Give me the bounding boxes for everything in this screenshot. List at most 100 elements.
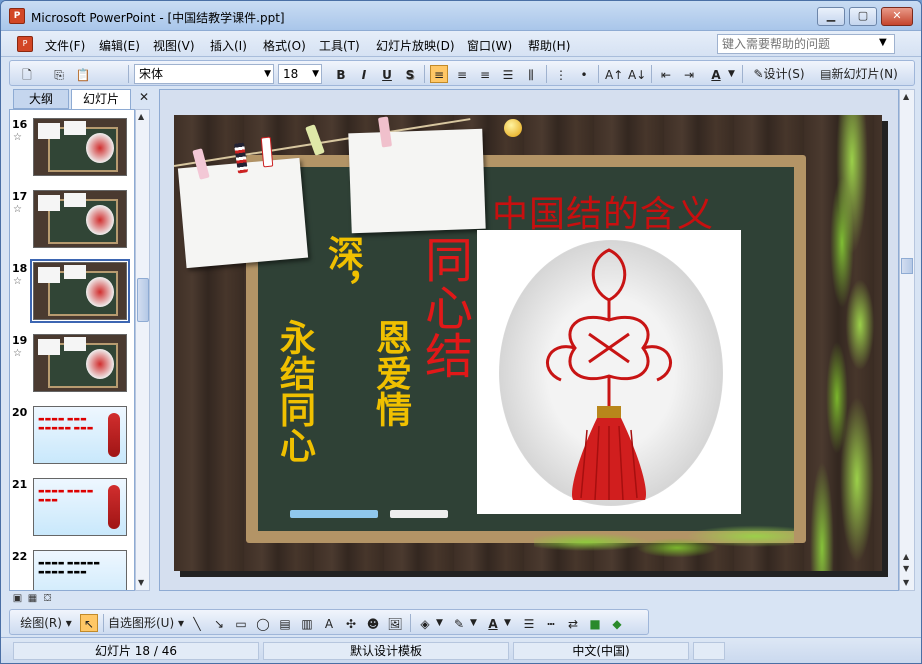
increase-indent-icon[interactable]: ⇥ (680, 65, 698, 83)
slide-thumbnail[interactable]: ▬▬▬▬ ▬▬▬▬▬ ▬▬▬▬ ▬▬▬ (33, 550, 127, 590)
fill-color-icon[interactable]: ◈ (416, 614, 434, 632)
new-slide-button[interactable]: ▤新幻灯片(N) (813, 65, 905, 83)
next-slide-icon[interactable]: ▼ (903, 564, 909, 573)
menu-format[interactable]: 格式(O) (263, 37, 306, 54)
line-style-icon[interactable]: ☰ (520, 614, 538, 632)
align-left-icon[interactable]: ≡ (430, 65, 448, 83)
autoshapes-button[interactable]: 自选图形(U) ▾ (108, 614, 184, 632)
sorter-view-icon[interactable]: ▦ (26, 593, 39, 606)
slideshow-view-icon[interactable]: ⛋ (41, 593, 54, 606)
wordart-icon[interactable]: A (320, 614, 338, 632)
prev-slide-icon[interactable]: ▲ (903, 552, 909, 561)
italic-button[interactable]: I (355, 65, 373, 83)
slide-scrollbar[interactable]: ▲ ▲ ▼ ▼ (899, 89, 915, 591)
design-button[interactable]: ✎设计(S) (748, 65, 810, 83)
document-icon[interactable]: P (17, 36, 33, 52)
decrease-font-icon[interactable]: A↓ (627, 65, 646, 83)
align-center-icon[interactable]: ≡ (453, 65, 471, 83)
scroll-up-icon[interactable]: ▲ (138, 112, 144, 121)
tab-outline[interactable]: 大纲 (13, 89, 69, 109)
star-icon: ☆ (13, 204, 22, 215)
bold-button[interactable]: B (332, 65, 350, 83)
tab-slides[interactable]: 幻灯片 (71, 89, 131, 109)
help-dropdown-icon[interactable]: ▼ (879, 37, 887, 48)
menu-file[interactable]: 文件(F) (45, 37, 85, 54)
menu-slideshow[interactable]: 幻灯片放映(D) (376, 37, 455, 54)
clothespin-icon (260, 136, 274, 168)
arrow-style-icon[interactable]: ⇄ (564, 614, 582, 632)
menu-edit[interactable]: 编辑(E) (99, 37, 140, 54)
arrow-icon[interactable]: ↘ (210, 614, 228, 632)
pane-close-icon[interactable]: ✕ (139, 90, 149, 104)
menu-window[interactable]: 窗口(W) (467, 37, 512, 54)
draw-menu-button[interactable]: 绘图(R) ▾ (16, 614, 76, 632)
menu-view[interactable]: 视图(V) (153, 37, 195, 54)
thumbnail-scrollbar[interactable]: ▲ ▼ (135, 109, 150, 591)
textbox-icon[interactable]: ▤ (276, 614, 294, 632)
bullets-icon[interactable]: • (575, 65, 593, 83)
scroll-down-icon[interactable]: ▼ (138, 578, 144, 587)
diagram-icon[interactable]: ✣ (342, 614, 360, 632)
line-color-icon[interactable]: ✎ (450, 614, 468, 632)
chinese-knot-image[interactable] (477, 230, 741, 514)
slide-number: 22 (12, 550, 28, 563)
rectangle-icon[interactable]: ▭ (232, 614, 250, 632)
text-enai-qing[interactable]: 恩爱情 (370, 319, 411, 427)
distribute-icon[interactable]: ⫼ (522, 65, 540, 83)
text-yongjie-tongxin[interactable]: 永结同心 (274, 319, 315, 463)
underline-button[interactable]: U (378, 65, 396, 83)
3d-style-icon[interactable]: ◆ (608, 614, 626, 632)
slide-thumbnail[interactable] (33, 334, 127, 392)
slide-thumbnail-selected[interactable] (30, 259, 130, 323)
new-doc-icon[interactable]: 🗋 (18, 65, 36, 83)
picture-icon[interactable]: 🖼 (386, 614, 404, 632)
font-size-combo[interactable]: 18 ▼ (278, 64, 322, 84)
oval-icon[interactable]: ◯ (254, 614, 272, 632)
pencil-icon: ✎ (753, 67, 764, 81)
font-color-icon[interactable]: A (707, 65, 725, 83)
paste-icon[interactable]: 📋 (74, 65, 92, 83)
help-search-input[interactable] (717, 34, 895, 54)
slide-thumbnail[interactable]: ▬▬▬▬ ▬▬▬ ▬▬▬▬▬ ▬▬▬ (33, 406, 127, 464)
menu-tools[interactable]: 工具(T) (319, 37, 360, 54)
scroll-up-icon[interactable]: ▲ (903, 92, 909, 101)
decrease-indent-icon[interactable]: ⇤ (657, 65, 675, 83)
chevron-down-icon[interactable]: ▼ (728, 65, 735, 83)
chevron-down-icon[interactable]: ▼ (470, 614, 477, 632)
numbering-icon[interactable]: ⋮ (552, 65, 570, 83)
shadow-button[interactable]: S (401, 65, 419, 83)
chevron-down-icon[interactable]: ▼ (504, 614, 511, 632)
copy-icon[interactable]: ⎘ (50, 65, 68, 83)
menu-insert[interactable]: 插入(I) (210, 37, 247, 54)
current-slide[interactable]: 中国结的含义 深， 同心结 永结同心 恩爱情 (174, 115, 882, 571)
normal-view-icon[interactable]: ▣ (11, 593, 24, 606)
text-tongxinjie[interactable]: 同心结 (416, 235, 472, 379)
line-icon[interactable]: ╲ (188, 614, 206, 632)
slide-thumbnail[interactable] (33, 118, 127, 176)
vertical-textbox-icon[interactable]: ▥ (298, 614, 316, 632)
scroll-thumb[interactable] (901, 258, 913, 274)
dash-style-icon[interactable]: ┅ (542, 614, 560, 632)
slide-thumbnail[interactable] (33, 190, 127, 248)
status-language: 中文(中国) (513, 642, 689, 660)
chevron-down-icon[interactable]: ▼ (436, 614, 443, 632)
select-pointer-icon[interactable]: ↖ (80, 614, 98, 632)
justify-icon[interactable]: ☰ (499, 65, 517, 83)
font-color-icon[interactable]: A (484, 614, 502, 632)
text-shen[interactable]: 深， (322, 235, 363, 307)
align-right-icon[interactable]: ≡ (476, 65, 494, 83)
slide-number: 21 (12, 478, 28, 491)
close-button[interactable]: ✕ (881, 7, 913, 26)
menu-help[interactable]: 帮助(H) (528, 37, 570, 54)
scroll-down-icon[interactable]: ▼ (903, 578, 909, 587)
slide-thumbnail[interactable]: ▬▬▬▬ ▬▬▬▬ ▬▬▬ (33, 478, 127, 536)
minimize-button[interactable]: ▁ (817, 7, 845, 26)
increase-font-icon[interactable]: A↑ (604, 65, 623, 83)
scroll-thumb[interactable] (137, 278, 149, 322)
chalk-stick-blue (290, 510, 378, 518)
font-name-value: 宋体 (139, 67, 164, 81)
font-name-combo[interactable]: 宋体 ▼ (134, 64, 274, 84)
clipart-icon[interactable]: ☻ (364, 614, 382, 632)
shadow-style-icon[interactable]: ■ (586, 614, 604, 632)
maximize-button[interactable]: ▢ (849, 7, 877, 26)
